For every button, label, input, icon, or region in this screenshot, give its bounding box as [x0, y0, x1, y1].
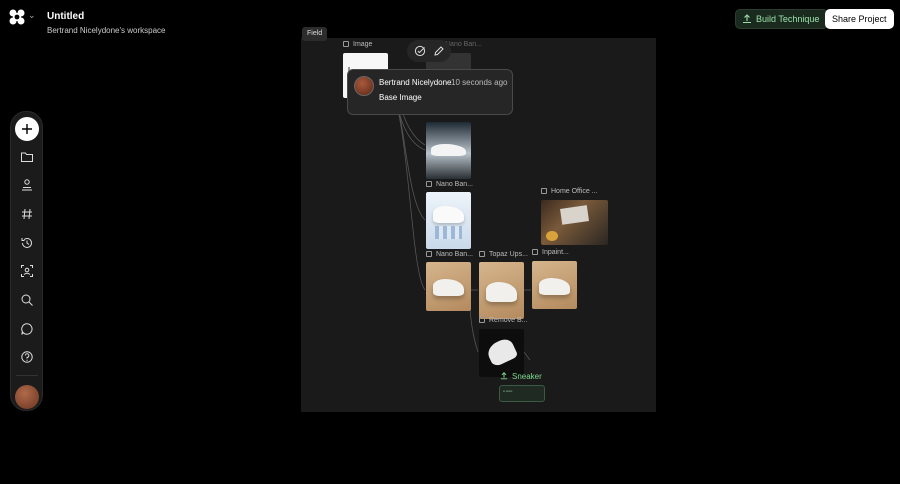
help-icon[interactable] [20, 350, 34, 364]
folder-icon[interactable] [20, 150, 34, 164]
node-home-office-thumb[interactable] [541, 200, 608, 245]
node-nano-low-thumb[interactable] [426, 262, 471, 311]
project-title[interactable]: Untitled [47, 11, 84, 22]
node-label-inpaint[interactable]: Inpaint... [532, 249, 569, 256]
tooltip-time: 10 seconds ago [451, 78, 508, 87]
workspace-name: Bertrand Nicelydone's workspace [47, 26, 166, 35]
hash-icon[interactable] [20, 207, 34, 221]
left-toolbar [10, 111, 43, 411]
field-tag[interactable]: Field [302, 27, 328, 41]
user-avatar[interactable] [15, 385, 39, 409]
node-label-nano-mid2[interactable]: Nano Ban... [426, 181, 473, 188]
chat-icon[interactable] [20, 322, 34, 336]
tooltip-body: Base Image [379, 93, 422, 102]
build-technique-label: Build Technique [756, 14, 820, 24]
app-root: ⌄ Untitled Bertrand Nicelydone's workspa… [0, 0, 900, 484]
check-edit-icon[interactable] [414, 45, 426, 57]
node-label-remove[interactable]: Remove B... [479, 317, 528, 324]
history-icon[interactable] [20, 236, 34, 250]
share-project-button[interactable]: Share Project [825, 9, 894, 29]
node-topaz-thumb[interactable] [479, 262, 524, 319]
node-remove-thumb[interactable] [479, 329, 524, 377]
pencil-icon[interactable] [433, 45, 445, 57]
node-inpaint-thumb[interactable] [532, 261, 577, 309]
search-icon[interactable] [20, 293, 34, 307]
plus-icon [22, 124, 32, 134]
sneaker-output-node[interactable]: ▪▪ ▪▪▪▪▪▪ [499, 385, 545, 402]
sneaker-output-label[interactable]: Sneaker [500, 372, 542, 381]
tooltip-user: Bertrand Nicelydone [379, 78, 452, 87]
node-label-topaz[interactable]: Topaz Ups... [479, 251, 528, 258]
upload-icon [743, 14, 751, 24]
node-nano-mid1-thumb[interactable] [426, 122, 471, 179]
logo-icon[interactable] [9, 9, 25, 25]
scan-face-icon[interactable] [20, 264, 34, 278]
tooltip-avatar [354, 76, 374, 96]
node-nano-mid2-thumb[interactable] [426, 192, 471, 249]
chevron-down-icon[interactable]: ⌄ [28, 10, 36, 21]
node-action-toolbar [407, 40, 451, 62]
node-label-nano-low[interactable]: Nano Ban... [426, 251, 473, 258]
build-technique-button[interactable]: Build Technique [735, 9, 829, 29]
upload-icon [500, 372, 508, 380]
user-stack-icon[interactable] [20, 178, 34, 192]
node-label-image[interactable]: Image [343, 41, 372, 48]
toolbar-divider [16, 375, 38, 376]
version-tooltip: Bertrand Nicelydone 10 seconds ago Base … [347, 69, 513, 115]
node-label-home-office[interactable]: Home Office ... [541, 188, 598, 195]
add-button[interactable] [15, 117, 39, 141]
